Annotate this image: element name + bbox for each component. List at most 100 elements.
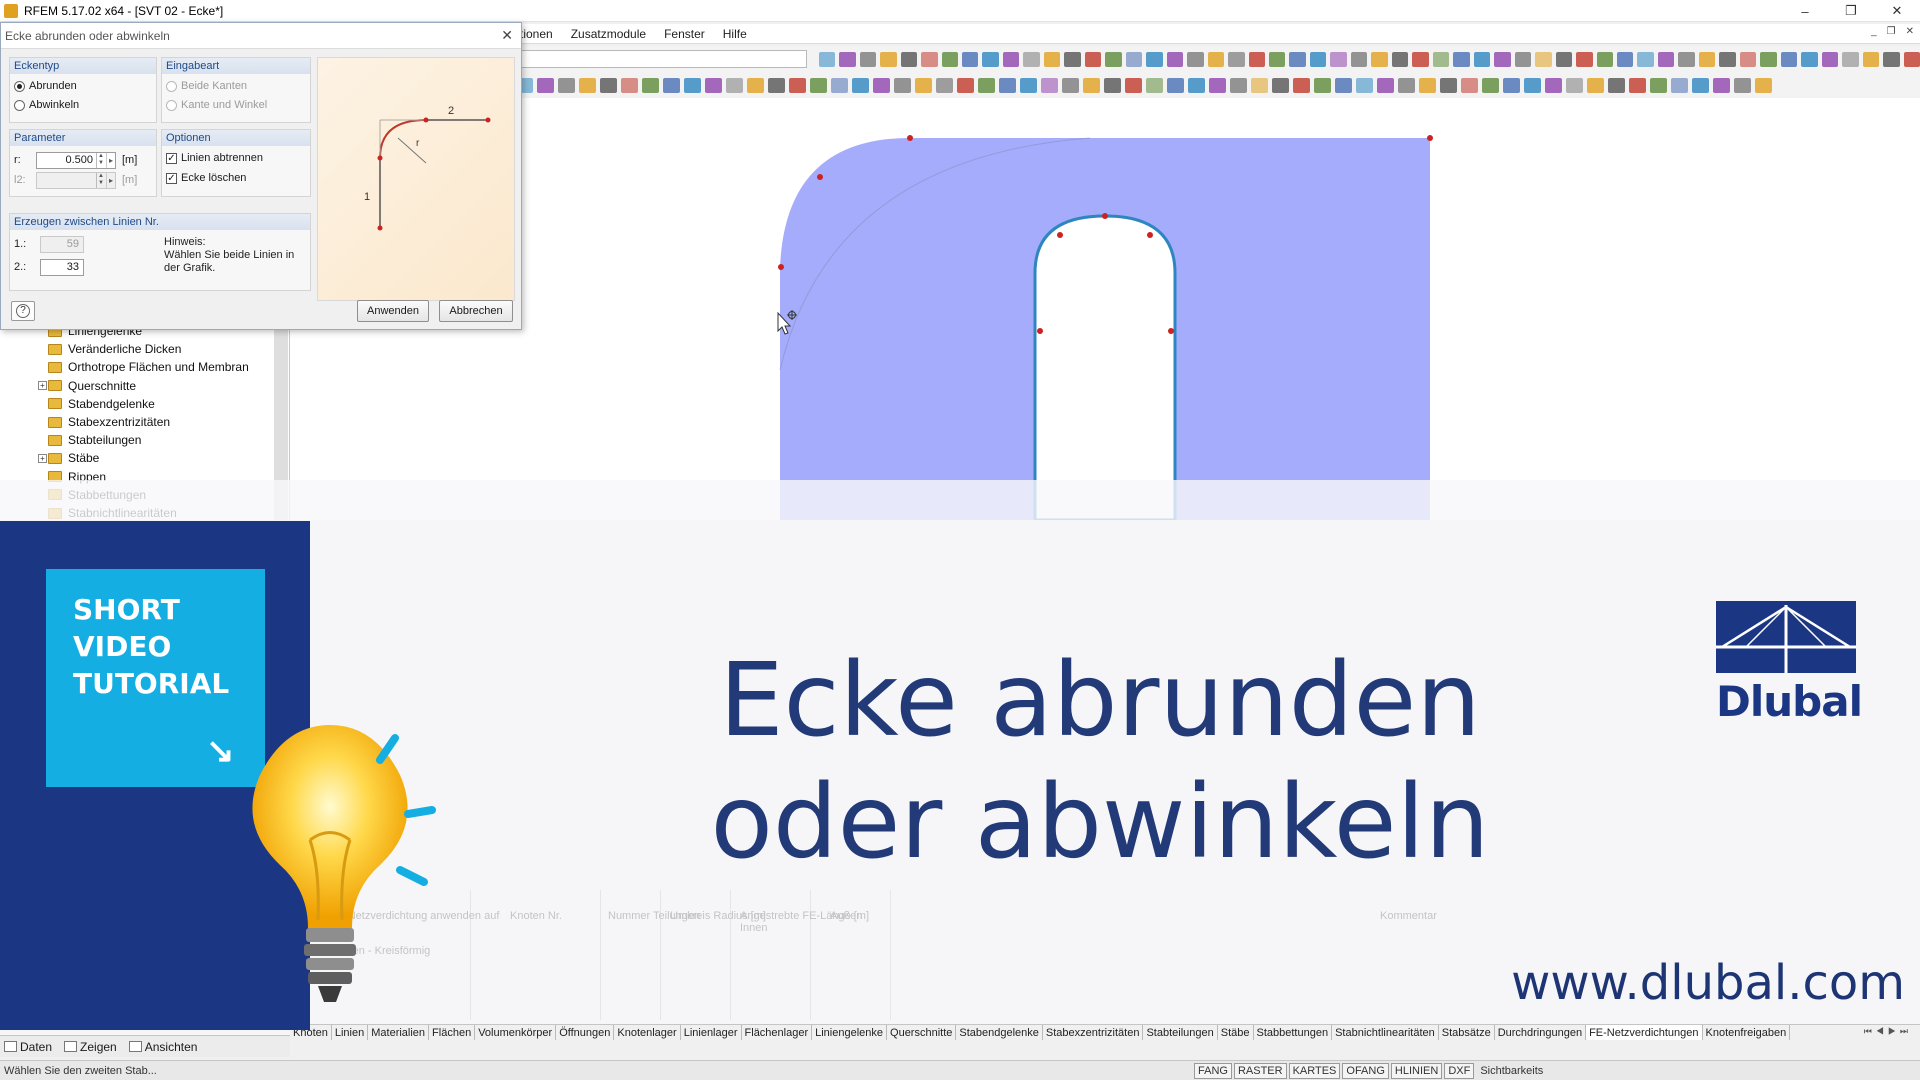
toolbar-tool-icon[interactable]: [978, 77, 995, 93]
toolbar-tool-icon[interactable]: [1419, 77, 1436, 93]
expand-icon[interactable]: +: [38, 453, 47, 463]
toolbar-tool-icon[interactable]: [1084, 51, 1102, 67]
toolbar-tool-icon[interactable]: [1650, 77, 1667, 93]
status-raster[interactable]: RASTER: [1233, 1062, 1287, 1079]
toolbar-tool-icon[interactable]: [1739, 51, 1757, 67]
mdi-minimize-button[interactable]: _: [1871, 26, 1877, 37]
toolbar-tool-icon[interactable]: [915, 77, 932, 93]
toolbar-tool-icon[interactable]: [852, 77, 869, 93]
toolbar-tool-icon[interactable]: [1188, 77, 1205, 93]
menu-optionen[interactable]: tionen: [520, 27, 553, 41]
toolbar-tool-icon[interactable]: [1545, 77, 1562, 93]
toolbar-tool-icon[interactable]: [1903, 51, 1920, 67]
tree-item[interactable]: Orthotrope Flächen und Membran: [48, 358, 249, 376]
table-tab[interactable]: Stäbe: [1218, 1025, 1254, 1040]
radio-abwinkeln[interactable]: Abwinkeln: [14, 99, 79, 111]
toolbar-tool-icon[interactable]: [1514, 51, 1532, 67]
status-sichtbarkeits[interactable]: Sichtbarkeits: [1476, 1065, 1543, 1077]
toolbar-tool-icon[interactable]: [818, 51, 836, 67]
toolbar-tool-icon[interactable]: [1398, 77, 1415, 93]
tree-item[interactable]: + Querschnitte: [38, 377, 136, 395]
toolbar-tool-icon[interactable]: [1576, 51, 1593, 67]
toolbar-tool-icon[interactable]: [705, 77, 722, 93]
toolbar-tool-icon[interactable]: [1062, 77, 1079, 93]
toolbar-tool-icon[interactable]: [1377, 77, 1394, 93]
toolbar-tool-icon[interactable]: [663, 77, 680, 93]
toolbar-tool-icon[interactable]: [1309, 51, 1327, 67]
table-tab[interactable]: Stabteilungen: [1143, 1025, 1218, 1040]
radio-abrunden[interactable]: Abrunden: [14, 80, 77, 92]
toolbar-tool-icon[interactable]: [1755, 77, 1772, 93]
table-tab[interactable]: Querschnitte: [887, 1025, 957, 1040]
table-tab[interactable]: Volumenkörper: [475, 1025, 557, 1040]
toolbar-tool-icon[interactable]: [982, 51, 999, 67]
toolbar-tool-icon[interactable]: [768, 77, 785, 93]
toolbar-tool-icon[interactable]: [1657, 51, 1675, 67]
toolbar-tool-icon[interactable]: [1350, 51, 1368, 67]
table-tab[interactable]: Stabsätze: [1439, 1025, 1495, 1040]
checkbox-ecke-loeschen[interactable]: ✓ Ecke löschen: [166, 172, 246, 184]
toolbar-tool-icon[interactable]: [1678, 51, 1695, 67]
table-tab[interactable]: Stabendgelenke: [956, 1025, 1043, 1040]
table-tab[interactable]: Linien: [332, 1025, 369, 1040]
toolbar-tool-icon[interactable]: [1230, 77, 1247, 93]
toolbar-tool-icon[interactable]: [1293, 77, 1310, 93]
toolbar-tool-icon[interactable]: [859, 51, 877, 67]
help-button[interactable]: ?: [11, 301, 35, 321]
toolbar-tool-icon[interactable]: [1555, 51, 1573, 67]
toolbar-tool-icon[interactable]: [1412, 51, 1429, 67]
table-tab[interactable]: Flächenlager: [742, 1025, 813, 1040]
line1-input[interactable]: 59: [40, 236, 84, 253]
toolbar-tool-icon[interactable]: [1713, 77, 1730, 93]
toolbar-tool-icon[interactable]: [1105, 51, 1122, 67]
toolbar-tool-icon[interactable]: [1473, 51, 1491, 67]
table-tab[interactable]: Flächen: [429, 1025, 476, 1040]
table-tab[interactable]: Stabnichtlinearitäten: [1332, 1025, 1439, 1040]
spin-arrows-icon[interactable]: ▲ ▼: [96, 173, 105, 188]
table-tab[interactable]: Durchdringungen: [1495, 1025, 1587, 1040]
nav-tab-zeigen[interactable]: Zeigen: [64, 1040, 117, 1054]
toolbar-tool-icon[interactable]: [1734, 77, 1751, 93]
mdi-close-button[interactable]: ✕: [1906, 26, 1914, 37]
table-tab[interactable]: Knotenfreigaben: [1703, 1025, 1791, 1040]
table-tab[interactable]: FE-Netzverdichtungen: [1586, 1025, 1703, 1040]
toolbar-tool-icon[interactable]: [1587, 77, 1604, 93]
toolbar-tool-icon[interactable]: [726, 77, 743, 93]
toolbar-tool-icon[interactable]: [1391, 51, 1409, 67]
toolbar-tool-icon[interactable]: [1608, 77, 1625, 93]
toolbar-tool-icon[interactable]: [1125, 51, 1143, 67]
toolbar-tool-icon[interactable]: [1251, 77, 1268, 93]
apply-button[interactable]: Anwenden: [357, 300, 429, 322]
toolbar-tool-icon[interactable]: [1269, 51, 1286, 67]
toolbar-tool-icon[interactable]: [1125, 77, 1142, 93]
status-kartes[interactable]: KARTES: [1288, 1062, 1341, 1079]
status-hlinien[interactable]: HLINIEN: [1390, 1062, 1443, 1079]
checkmark-icon[interactable]: ✓: [166, 152, 177, 164]
toolbar-tool-icon[interactable]: [1207, 51, 1225, 67]
toolbar-tool-icon[interactable]: [1698, 51, 1716, 67]
radio-dot[interactable]: [166, 99, 177, 111]
toolbar-tool-icon[interactable]: [1146, 51, 1163, 67]
line2-input[interactable]: 33: [40, 259, 84, 276]
toolbar-tool-icon[interactable]: [873, 77, 890, 93]
toolbar-tool-icon[interactable]: [961, 51, 979, 67]
toolbar-tool-icon[interactable]: [1453, 51, 1470, 67]
toolbar-tool-icon[interactable]: [1494, 51, 1511, 67]
toolbar-tool-icon[interactable]: [558, 77, 575, 93]
toolbar-tool-icon[interactable]: [1272, 77, 1289, 93]
tab-nav-arrows[interactable]: ⏮◀▶⏭: [1864, 1026, 1912, 1037]
toolbar-tool-icon[interactable]: [1883, 51, 1900, 67]
minimize-button[interactable]: –: [1782, 0, 1828, 22]
view-combobox[interactable]: [516, 50, 807, 68]
spin-arrows-icon[interactable]: ▲ ▼: [96, 153, 105, 168]
toolbar-tool-icon[interactable]: [642, 77, 659, 93]
table-tab[interactable]: Materialien: [368, 1025, 430, 1040]
graphics-area[interactable]: [290, 98, 1920, 520]
toolbar-tool-icon[interactable]: [1209, 77, 1226, 93]
toolbar-tool-icon[interactable]: [1002, 51, 1020, 67]
toolbar-tool-icon[interactable]: [1780, 51, 1798, 67]
menu-zusatzmodule[interactable]: Zusatzmodule: [571, 27, 646, 41]
toolbar-tool-icon[interactable]: [1023, 51, 1040, 67]
toolbar-tool-icon[interactable]: [1248, 51, 1265, 67]
toolbar-tool-icon[interactable]: [579, 77, 596, 93]
